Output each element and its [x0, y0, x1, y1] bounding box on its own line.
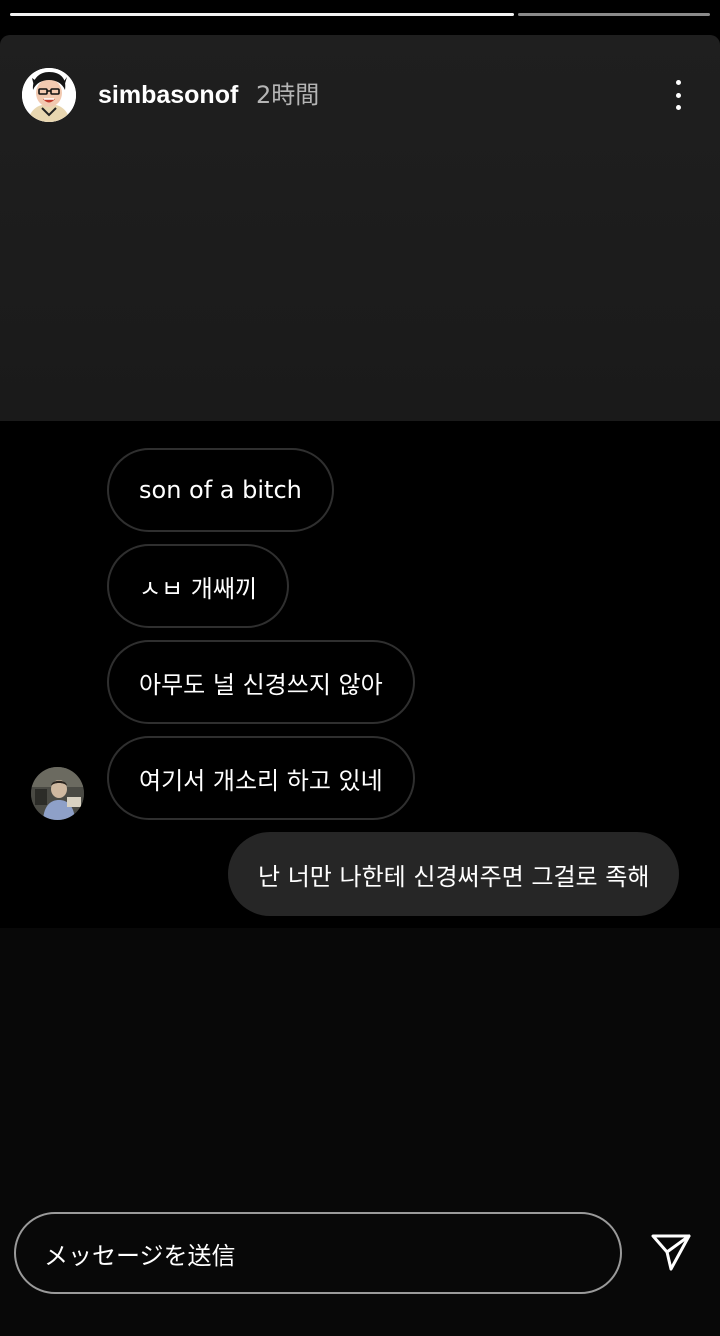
message-bubble-incoming[interactable]: 여기서 개소리 하고 있네: [107, 736, 415, 820]
message-text: 여기서 개소리 하고 있네: [139, 766, 383, 795]
sender-avatar[interactable]: [31, 767, 84, 820]
progress-segment-remaining: [518, 13, 710, 16]
photo-avatar-icon: [31, 767, 84, 820]
progress-segment-viewed: [10, 13, 514, 16]
message-input[interactable]: メッセージを送信: [14, 1212, 622, 1294]
message-text: ㅅㅂ 개쌔끼: [139, 574, 258, 603]
user-avatar[interactable]: [22, 68, 76, 122]
message-text: 아무도 널 신경쓰지 않아: [139, 670, 383, 699]
more-dot: [675, 80, 681, 85]
more-vertical-icon[interactable]: [664, 78, 692, 112]
message-bubble-incoming[interactable]: 아무도 널 신경쓰지 않아: [107, 640, 415, 724]
message-input-placeholder: メッセージを送信: [44, 1241, 236, 1270]
message-bubble-incoming[interactable]: ㅅㅂ 개쌔끼: [107, 544, 290, 628]
paper-plane-icon: [651, 1234, 691, 1271]
message-text: son of a bitch: [139, 476, 302, 504]
message-bubble-incoming[interactable]: son of a bitch: [107, 448, 334, 532]
more-dot: [675, 105, 681, 110]
message-bubble-outgoing[interactable]: 난 너만 나한테 신경써주면 그걸로 족해: [228, 832, 680, 916]
story-username[interactable]: simbasonof: [98, 80, 238, 110]
cartoon-avatar-icon: [22, 68, 76, 122]
message-text: 난 너만 나한테 신경써주면 그걸로 족해: [258, 862, 650, 891]
more-dot: [675, 92, 681, 98]
story-timestamp: 2時間: [256, 81, 320, 109]
send-icon[interactable]: [650, 1232, 692, 1272]
story-progress-bar: [10, 13, 710, 16]
